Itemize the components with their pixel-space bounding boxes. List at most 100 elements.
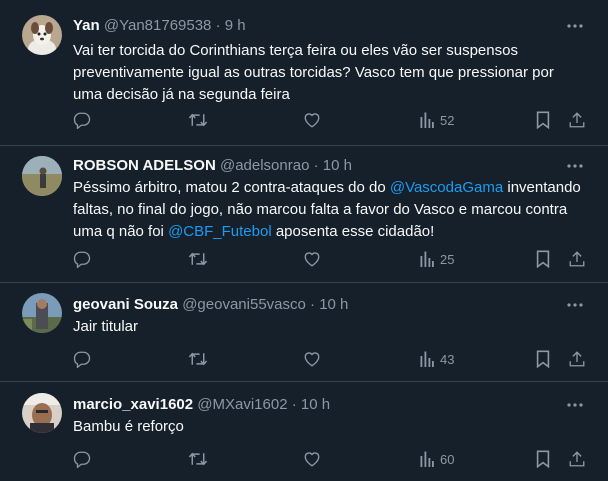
- separator: ·: [215, 17, 221, 34]
- display-name[interactable]: Yan: [73, 17, 100, 34]
- tweet-header: ROBSON ADELSON @adelsonrao · 10 h: [73, 156, 568, 176]
- like-button[interactable]: [303, 448, 321, 470]
- tweet-actions: 60: [0, 448, 608, 470]
- tweet-actions: 43: [0, 348, 608, 370]
- views-count: 25: [440, 251, 455, 267]
- views-count: 52: [440, 112, 455, 128]
- like-icon: [303, 450, 321, 468]
- retweet-icon: [188, 111, 208, 129]
- tweet-header: geovani Souza @geovani55vasco · 10 h: [73, 295, 568, 315]
- retweet-button[interactable]: [188, 448, 208, 470]
- reply-feed: Yan @Yan81769538 · 9 h Vai ter torcida d…: [0, 0, 608, 481]
- share-icon: [568, 450, 586, 468]
- reply-button[interactable]: [73, 248, 91, 270]
- text-segment: Bambu é reforço: [73, 418, 184, 435]
- reply-icon: [73, 350, 91, 368]
- views-button[interactable]: 52: [420, 109, 454, 131]
- mention-link[interactable]: @CBF_Futebol: [168, 223, 272, 240]
- share-icon: [568, 250, 586, 268]
- tweet-text: Vai ter torcida do Corinthians terça fei…: [73, 40, 582, 106]
- bookmark-button[interactable]: [535, 448, 551, 470]
- avatar[interactable]: [22, 393, 62, 433]
- reply-button[interactable]: [73, 348, 91, 370]
- user-handle[interactable]: @adelsonrao: [220, 157, 309, 174]
- like-icon: [303, 111, 321, 129]
- retweet-icon: [188, 350, 208, 368]
- user-handle[interactable]: @geovani55vasco: [182, 296, 306, 313]
- retweet-icon: [188, 250, 208, 268]
- share-icon: [568, 350, 586, 368]
- reply-icon: [73, 450, 91, 468]
- tweet-actions: 52: [0, 109, 608, 131]
- tweet[interactable]: Yan @Yan81769538 · 9 h Vai ter torcida d…: [0, 0, 608, 146]
- timestamp[interactable]: 10 h: [319, 296, 348, 313]
- tweet-actions: 25: [0, 248, 608, 270]
- timestamp[interactable]: 10 h: [323, 157, 352, 174]
- bookmark-button[interactable]: [535, 248, 551, 270]
- tweet[interactable]: geovani Souza @geovani55vasco · 10 h Jai…: [0, 283, 608, 382]
- tweet-header: Yan @Yan81769538 · 9 h: [73, 16, 568, 36]
- share-button[interactable]: [568, 109, 586, 131]
- more-icon[interactable]: [564, 395, 586, 415]
- like-icon: [303, 350, 321, 368]
- display-name[interactable]: ROBSON ADELSON: [73, 157, 216, 174]
- views-icon: [420, 251, 434, 267]
- separator: ·: [291, 396, 297, 413]
- views-icon: [420, 451, 434, 467]
- retweet-button[interactable]: [188, 248, 208, 270]
- tweet-header: marcio_xavi1602 @MXavi1602 · 10 h: [73, 395, 568, 415]
- views-icon: [420, 112, 434, 128]
- avatar[interactable]: [22, 293, 62, 333]
- user-handle[interactable]: @Yan81769538: [104, 17, 212, 34]
- bookmark-icon: [535, 250, 551, 268]
- display-name[interactable]: marcio_xavi1602: [73, 396, 193, 413]
- avatar[interactable]: [22, 156, 62, 196]
- views-button[interactable]: 43: [420, 348, 454, 370]
- bookmark-icon: [535, 350, 551, 368]
- bookmark-button[interactable]: [535, 348, 551, 370]
- display-name[interactable]: geovani Souza: [73, 296, 178, 313]
- text-segment: Péssimo árbitro, matou 2 contra-ataques …: [73, 179, 390, 196]
- views-icon: [420, 351, 434, 367]
- tweet[interactable]: ROBSON ADELSON @adelsonrao · 10 h Péssim…: [0, 146, 608, 283]
- tweet-text: Jair titular: [73, 316, 582, 338]
- text-segment: Jair titular: [73, 318, 139, 335]
- user-handle[interactable]: @MXavi1602: [197, 396, 287, 413]
- share-button[interactable]: [568, 348, 586, 370]
- separator: ·: [310, 296, 316, 313]
- views-count: 60: [440, 451, 455, 467]
- timestamp[interactable]: 9 h: [225, 17, 246, 34]
- share-icon: [568, 111, 586, 129]
- views-count: 43: [440, 351, 455, 367]
- like-icon: [303, 250, 321, 268]
- timestamp[interactable]: 10 h: [301, 396, 330, 413]
- tweet-text: Péssimo árbitro, matou 2 contra-ataques …: [73, 177, 582, 243]
- mention-link[interactable]: @VascodaGama: [390, 179, 503, 196]
- tweet[interactable]: marcio_xavi1602 @MXavi1602 · 10 h Bambu …: [0, 382, 608, 481]
- like-button[interactable]: [303, 109, 321, 131]
- reply-button[interactable]: [73, 448, 91, 470]
- retweet-button[interactable]: [188, 109, 208, 131]
- bookmark-icon: [535, 111, 551, 129]
- text-segment: aposenta esse cidadão!: [271, 223, 435, 240]
- tweet-text: Bambu é reforço: [73, 416, 582, 438]
- reply-icon: [73, 111, 91, 129]
- share-button[interactable]: [568, 248, 586, 270]
- more-icon[interactable]: [564, 16, 586, 36]
- reply-button[interactable]: [73, 109, 91, 131]
- more-icon[interactable]: [564, 156, 586, 176]
- share-button[interactable]: [568, 448, 586, 470]
- like-button[interactable]: [303, 248, 321, 270]
- like-button[interactable]: [303, 348, 321, 370]
- bookmark-button[interactable]: [535, 109, 551, 131]
- views-button[interactable]: 25: [420, 248, 454, 270]
- retweet-button[interactable]: [188, 348, 208, 370]
- text-segment: Vai ter torcida do Corinthians terça fei…: [73, 42, 554, 103]
- views-button[interactable]: 60: [420, 448, 454, 470]
- more-icon[interactable]: [564, 295, 586, 315]
- bookmark-icon: [535, 450, 551, 468]
- avatar[interactable]: [22, 15, 62, 55]
- reply-icon: [73, 250, 91, 268]
- retweet-icon: [188, 450, 208, 468]
- separator: ·: [313, 157, 319, 174]
